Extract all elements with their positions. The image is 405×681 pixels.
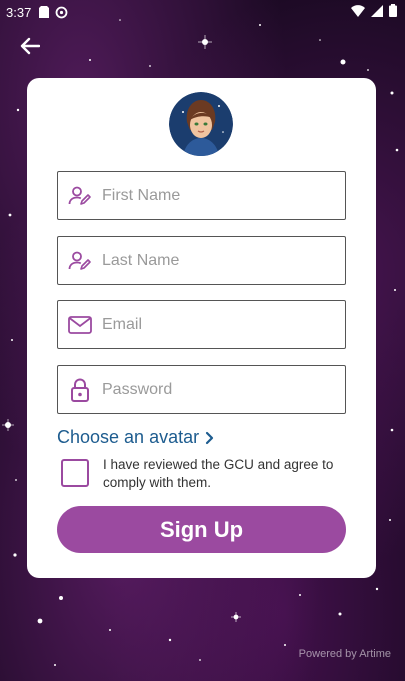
password-field[interactable] — [57, 365, 346, 414]
password-input[interactable] — [102, 374, 332, 405]
last-name-input[interactable] — [102, 245, 332, 276]
envelope-icon — [67, 312, 93, 338]
status-bar: 3:37 — [0, 0, 405, 24]
user-edit-icon — [67, 183, 93, 209]
arrow-left-icon — [20, 37, 40, 55]
last-name-field[interactable] — [57, 236, 346, 285]
sign-up-button[interactable]: Sign Up — [57, 506, 346, 553]
status-time: 3:37 — [6, 4, 32, 20]
lock-icon — [67, 377, 93, 403]
first-name-input[interactable] — [102, 180, 332, 211]
email-input[interactable] — [102, 309, 332, 340]
first-name-field[interactable] — [57, 171, 346, 220]
signup-card: Choose an avatar I have reviewed the GCU… — [27, 78, 376, 578]
gcu-agreement-text: I have reviewed the GCU and agree to com… — [103, 457, 334, 490]
chevron-right-icon — [205, 431, 214, 444]
choose-avatar-link[interactable]: Choose an avatar — [57, 427, 215, 448]
choose-avatar-label: Choose an avatar — [57, 427, 200, 447]
cellular-signal-icon — [371, 4, 383, 17]
email-field[interactable] — [57, 300, 346, 349]
user-edit-icon — [67, 248, 93, 274]
avatar-image — [169, 92, 233, 156]
gcu-checkbox[interactable] — [61, 459, 89, 487]
powered-by-text: Powered by Artime — [298, 648, 391, 660]
avatar[interactable] — [169, 92, 233, 156]
battery-icon — [389, 4, 397, 17]
back-button[interactable] — [16, 32, 44, 60]
wifi-icon — [351, 4, 365, 17]
sim-card-icon — [39, 6, 50, 18]
data-saver-icon — [55, 6, 68, 18]
